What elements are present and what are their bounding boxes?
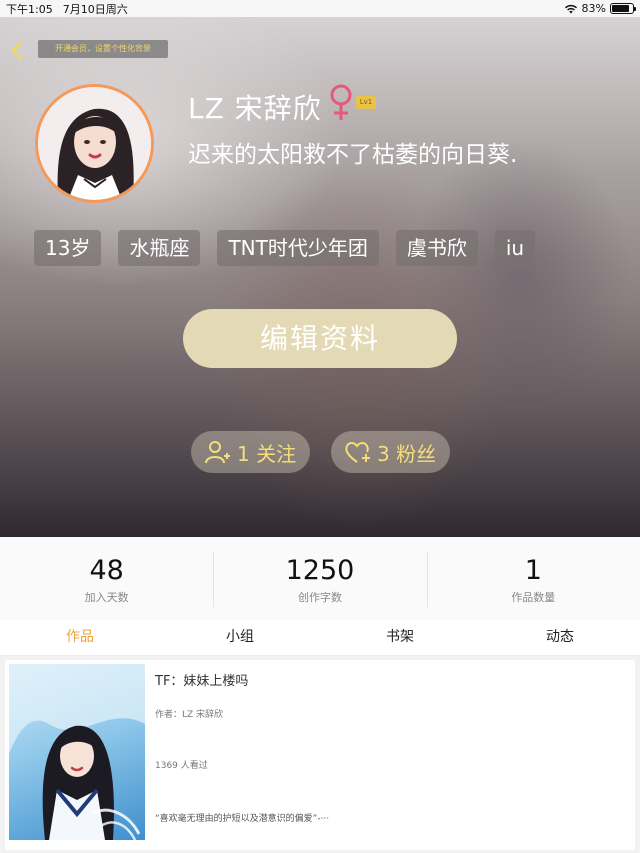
back-arrow-icon[interactable] [8,39,28,63]
following-count: 1 关注 [237,441,297,466]
stat-label: 加入天数 [84,591,129,604]
followers-button[interactable]: 3 粉丝 [331,431,451,473]
profile-header: 开通会员，设置个性化背景 LZ 宋辞欣 Lv1 迟来的太阳救不了枯萎的向日葵. [0,17,640,537]
tab-activity[interactable]: 动态 [480,620,640,655]
profile-page: 下午1:05 7月10日周六 83% 开通会员，设置个性化背景 LZ 宋辞欣 L… [0,0,640,853]
tab-works[interactable]: 作品 [0,620,160,655]
tag-interest: iu [494,230,536,266]
signature: 迟来的太阳救不了枯萎的向日葵. [188,142,518,168]
status-time: 下午1:05 [6,2,53,16]
status-bar: 下午1:05 7月10日周六 83% [0,0,640,17]
stats-row: 48 加入天数 1250 创作字数 1 作品数量 [0,537,640,620]
tag-zodiac: 水瓶座 [118,230,201,266]
heart-plus-icon [345,442,370,463]
work-description: “喜欢毫无理由的护短以及潜意识的偏爱”-··· [155,814,330,824]
vip-background-banner[interactable]: 开通会员，设置个性化背景 [38,40,168,58]
stat-value: 48 [89,555,124,586]
avatar-image [38,87,151,200]
work-author: 作者：LZ 宋辞欣 [155,710,224,720]
tab-bookshelf[interactable]: 书架 [320,620,480,655]
work-title[interactable]: TF：妹妹上楼吗 [155,670,248,689]
nickname: LZ 宋辞欣 [188,92,322,125]
add-user-icon [205,441,230,464]
work-cover-image[interactable] [9,664,145,840]
tag-interest: 虞书欣 [395,230,478,266]
tag-list: 13岁 水瓶座 TNT时代少年团 虞书欣 iu [34,230,536,266]
tag-interest: TNT时代少年团 [217,230,379,266]
cover-art [9,664,145,840]
following-button[interactable]: 1 关注 [191,431,311,473]
stat-value: 1 [524,555,542,586]
stat-works-count: 1 作品数量 [426,537,640,620]
level-badge: Lv1 [356,96,376,109]
wifi-icon [564,4,577,13]
stat-days-joined: 48 加入天数 [0,537,213,620]
followers-count: 3 粉丝 [377,441,437,466]
battery-icon [610,3,636,14]
stat-words-written: 1250 创作字数 [213,537,426,620]
status-date: 7月10日周六 [62,2,128,16]
edit-profile-button[interactable]: 编辑资料 [183,309,457,368]
stat-value: 1250 [285,555,355,586]
avatar[interactable] [35,84,154,203]
female-symbol-icon [330,84,352,120]
stat-label: 创作字数 [297,591,342,604]
battery-fill [612,5,629,12]
profile-tabs: 作品 小组 书架 动态 [0,620,640,656]
tag-age: 13岁 [34,230,102,266]
work-view-count: 1369 人看过 [155,761,208,771]
battery-percent: 83% [581,2,606,15]
work-card[interactable]: TF：妹妹上楼吗 作者：LZ 宋辞欣 1369 人看过 “喜欢毫无理由的护短以及… [5,660,635,850]
status-right: 83% [564,2,636,15]
stat-label: 作品数量 [511,591,556,604]
tab-groups[interactable]: 小组 [160,620,320,655]
